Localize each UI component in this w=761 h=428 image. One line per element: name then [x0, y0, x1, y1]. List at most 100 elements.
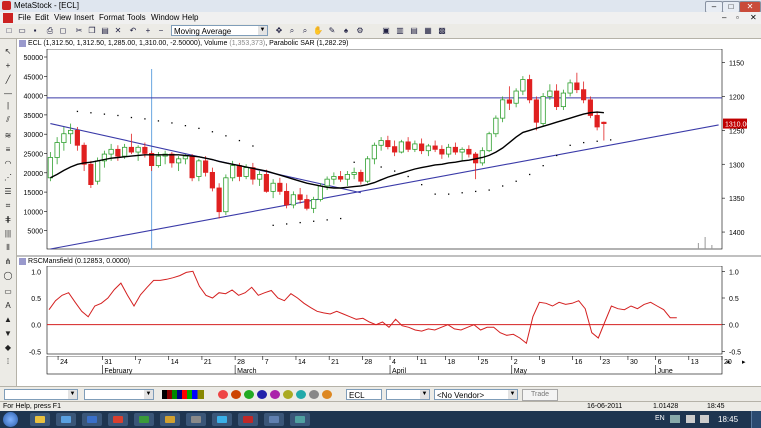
taskbar-app-network[interactable]	[290, 413, 310, 426]
taskbar-language[interactable]: EN	[655, 415, 665, 422]
menu-file[interactable]: File	[18, 12, 31, 24]
horizontal-line-icon[interactable]: —	[2, 89, 14, 99]
gann-fan-icon[interactable]: ⌗	[2, 201, 14, 211]
show-desktop-button[interactable]	[751, 411, 761, 428]
fibonacci-fan-icon[interactable]: ⋰	[2, 173, 14, 183]
paste-icon[interactable]: ▤	[100, 26, 110, 36]
taskbar-app-word[interactable]	[82, 413, 102, 426]
speed-lines-icon[interactable]: ≋	[2, 131, 14, 141]
trendline-icon[interactable]: ╱	[2, 75, 14, 85]
taskbar-app-metastock[interactable]	[238, 413, 258, 426]
zoom-in-icon[interactable]: +	[143, 26, 153, 36]
taskbar-app-media[interactable]	[56, 413, 76, 426]
document-icon[interactable]	[3, 13, 13, 23]
menu-view[interactable]: View	[54, 12, 71, 24]
save-icon[interactable]: ▪	[30, 26, 40, 36]
sell-arrow-icon[interactable]: ▼	[2, 329, 14, 339]
taskbar-app-folder[interactable]	[160, 413, 180, 426]
andrews-pitchfork-icon[interactable]: ⋔	[2, 257, 14, 267]
color-olive-icon[interactable]	[283, 390, 293, 399]
cycle-lines-icon[interactable]: |||	[2, 229, 14, 239]
cascade-icon[interactable]: ▣	[381, 26, 391, 36]
tile-grid-icon[interactable]: ▦	[423, 26, 433, 36]
mdi-restore-button[interactable]: ▫	[736, 12, 739, 24]
menu-window[interactable]: Window	[151, 12, 179, 24]
color-red-icon[interactable]	[218, 390, 228, 399]
fibonacci-time-icon[interactable]: ⁞	[2, 357, 14, 367]
taskbar-app-chrome[interactable]	[108, 413, 128, 426]
security-symbol-input[interactable]: ECL	[346, 389, 382, 400]
indicator-select[interactable]: Moving Average ▼	[171, 25, 268, 36]
menu-help[interactable]: Help	[182, 12, 198, 24]
price-chart[interactable]: 50000 45000 40000 35000 30000 25000 20000 15000…	[17, 49, 761, 255]
start-button[interactable]	[3, 412, 18, 427]
taskbar-app-monitor[interactable]	[264, 413, 284, 426]
menu-edit[interactable]: Edit	[35, 12, 49, 24]
rsc-chart[interactable]: 1.0 1.0 0.5 0.5 0.0 0.0 -0.5 -0.5	[17, 266, 761, 356]
move-icon[interactable]: ✥	[274, 26, 284, 36]
delete-icon[interactable]: ✕	[113, 26, 123, 36]
ellipse-icon[interactable]: ◯	[2, 271, 14, 281]
fibonacci-arcs-icon[interactable]: ◠	[2, 159, 14, 169]
color-gray-icon[interactable]	[309, 390, 319, 399]
print-icon[interactable]: ⎙	[45, 26, 55, 36]
magnify-out-icon[interactable]: ⌕	[300, 26, 310, 36]
candle-body	[371, 144, 377, 160]
mdi-close-button[interactable]: ✕	[750, 12, 757, 24]
color-blue-icon[interactable]	[257, 390, 267, 399]
color-palette[interactable]	[162, 390, 204, 399]
line-weight-select[interactable]: ▼	[84, 389, 154, 400]
magnify-icon[interactable]: ⌕	[287, 26, 297, 36]
crosshair-icon[interactable]: +	[2, 61, 14, 71]
taskbar-app-excel[interactable]	[134, 413, 154, 426]
taskbar-app-explorer[interactable]	[30, 413, 50, 426]
symbol-icon[interactable]: ◆	[2, 343, 14, 353]
security-list-select[interactable]: ▼	[386, 389, 430, 400]
menu-insert[interactable]: Insert	[74, 12, 94, 24]
candle-body	[176, 158, 182, 164]
trade-button[interactable]: Trade	[522, 389, 558, 401]
tile-horizontal-icon[interactable]: ▤	[409, 26, 419, 36]
time-zones-icon[interactable]: ⦀	[2, 243, 14, 253]
rectangle-icon[interactable]: ▭	[2, 287, 14, 297]
text-icon[interactable]: A	[2, 301, 14, 311]
flag-icon[interactable]	[670, 415, 680, 423]
color-orange-icon[interactable]	[231, 390, 241, 399]
menu-tools[interactable]: Tools	[127, 12, 146, 24]
expert-icon[interactable]: ✎	[327, 26, 337, 36]
indicator-name: RSCMansfield	[28, 258, 73, 265]
copy-icon[interactable]: ❐	[87, 26, 97, 36]
gann-grid-icon[interactable]: ⋕	[2, 215, 14, 225]
print-preview-icon[interactable]: ◻	[58, 26, 68, 36]
candle-body	[520, 79, 526, 92]
buy-arrow-icon[interactable]: ▲	[2, 315, 14, 325]
cut-icon[interactable]: ✂	[74, 26, 84, 36]
color-teal-icon[interactable]	[296, 390, 306, 399]
color-purple-icon[interactable]	[270, 390, 280, 399]
system-tester-icon[interactable]: ⚙	[355, 26, 365, 36]
color-amber-icon[interactable]	[322, 390, 332, 399]
tile-vertical-icon[interactable]: ▥	[395, 26, 405, 36]
vertical-line-icon[interactable]: |	[2, 101, 14, 111]
color-green-icon[interactable]	[244, 390, 254, 399]
hand-icon[interactable]: ✋	[313, 26, 323, 36]
line-style-select[interactable]: ▼	[4, 389, 78, 400]
open-icon[interactable]: ▭	[17, 26, 27, 36]
layout-icon[interactable]: ▩	[437, 26, 447, 36]
explorer-icon[interactable]: ♠	[341, 26, 351, 36]
pointer-icon[interactable]: ↖	[2, 47, 14, 57]
undo-icon[interactable]: ↶	[128, 26, 138, 36]
menu-format[interactable]: Format	[99, 12, 124, 24]
taskbar-app-ie[interactable]	[212, 413, 232, 426]
network-icon[interactable]	[686, 415, 695, 423]
sar-dot	[448, 193, 450, 195]
zoom-out-icon[interactable]: −	[156, 26, 166, 36]
taskbar-app-tool[interactable]	[186, 413, 206, 426]
channel-icon[interactable]: ⫽	[2, 115, 14, 125]
new-icon[interactable]: □	[4, 26, 14, 36]
regression-icon[interactable]: ≡	[2, 145, 14, 155]
fibonacci-retracement-icon[interactable]: ☰	[2, 187, 14, 197]
mdi-minimize-button[interactable]: –	[722, 12, 726, 24]
volume-icon[interactable]	[700, 415, 709, 423]
vendor-select[interactable]: <No Vendor> ▼	[434, 389, 518, 400]
